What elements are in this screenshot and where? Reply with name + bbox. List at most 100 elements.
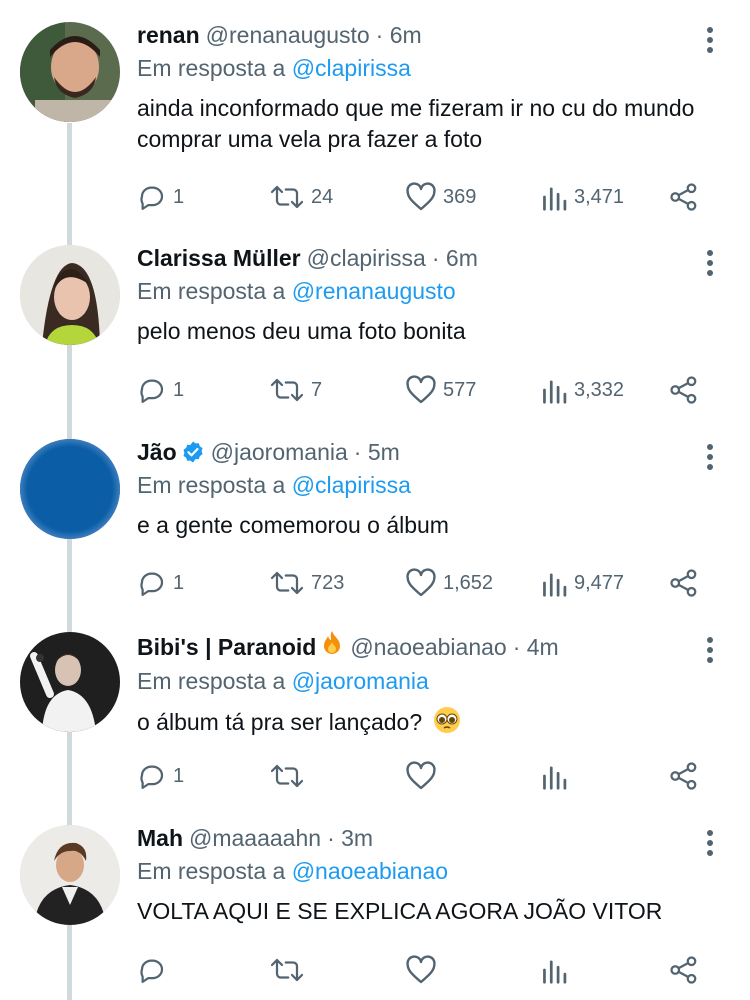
views-button[interactable]: 9,477 [540,565,624,601]
share-button[interactable] [669,952,699,988]
author-handle[interactable]: @renanaugusto [206,20,370,50]
author-name[interactable]: Bibi's | Paranoid [137,632,316,662]
heart-icon [406,568,436,597]
reply-prefix: Em resposta a [137,668,286,694]
like-count: 369 [443,185,477,208]
reply-icon [140,186,164,210]
more-options-icon[interactable] [700,443,720,471]
reply-mention[interactable]: @jaoromania [292,668,429,694]
views-button[interactable] [540,758,574,794]
reply-button[interactable] [137,952,173,988]
tweet-time[interactable]: · 3m [327,823,373,853]
tweet[interactable]: Jão @jaoromania · 5m Em resposta a @clap… [0,417,750,610]
retweet-button[interactable] [269,952,311,988]
retweet-icon [270,185,304,209]
reply-context: Em resposta a @clapirissa [137,470,717,500]
reply-mention[interactable]: @naoeabianao [292,858,448,884]
author-handle[interactable]: @jaoromania [211,437,348,467]
author-name[interactable]: Clarissa Müller [137,243,301,273]
reply-context: Em resposta a @renanaugusto [137,276,717,306]
reply-button[interactable]: 1 [137,565,184,601]
reply-context: Em resposta a @naoeabianao [137,856,717,886]
heart-icon [406,955,436,984]
more-options-icon[interactable] [700,636,720,664]
author-handle[interactable]: @naoeabianao [350,632,506,662]
views-button[interactable]: 3,332 [540,372,624,408]
reply-count: 1 [173,378,185,401]
share-button[interactable] [669,565,699,601]
retweet-icon [270,958,304,982]
views-icon [543,960,567,984]
retweet-button[interactable]: 24 [269,179,333,215]
author-name[interactable]: Mah [137,823,183,853]
retweet-button[interactable]: 7 [269,372,322,408]
more-options-icon[interactable] [700,26,720,54]
reply-mention[interactable]: @renanaugusto [292,278,456,304]
retweet-count: 7 [311,378,323,401]
tweet-text: pelo menos deu uma foto bonita [137,318,466,344]
tweet-time[interactable]: · 6m [376,20,422,50]
avatar[interactable] [20,22,120,122]
share-icon [670,183,697,211]
reply-button[interactable]: 1 [137,758,184,794]
tweet-text: e a gente comemorou o álbum [137,512,449,538]
reply-count: 1 [173,764,185,787]
view-count: 3,471 [574,185,625,208]
author-name[interactable]: renan [137,20,200,50]
avatar[interactable] [20,245,120,345]
tweet-time[interactable]: · 5m [354,437,400,467]
retweet-icon [270,378,304,402]
avatar[interactable] [20,825,120,925]
more-options-icon[interactable] [700,829,720,857]
more-options-icon[interactable] [700,249,720,277]
tweet[interactable]: Clarissa Müller @clapirissa · 6m Em resp… [0,223,750,416]
retweet-button[interactable] [269,758,311,794]
reply-count: 1 [173,571,185,594]
reply-icon [140,572,164,596]
views-icon [543,380,567,404]
like-button[interactable]: 369 [405,179,476,215]
share-button[interactable] [669,372,699,408]
tweet[interactable]: renan @renanaugusto · 6m Em resposta a @… [0,0,750,211]
like-button[interactable]: 1,652 [405,565,493,601]
tweet[interactable]: Bibi's | Paranoid @naoeabianao · 4m Em r… [0,610,750,803]
share-icon [670,569,697,597]
share-button[interactable] [669,758,699,794]
tweet[interactable]: Mah @maaaaahn · 3m Em resposta a @naoeab… [0,803,750,996]
action-bar: 1 24 369 3,471 [137,179,717,215]
reply-icon [140,765,164,789]
avatar[interactable] [20,632,120,732]
action-bar [137,952,717,988]
retweet-count: 24 [311,185,334,208]
tweet-text: o álbum tá pra ser lançado? [137,709,423,736]
avatar[interactable] [20,439,120,539]
verified-badge-icon [181,440,205,464]
reply-mention[interactable]: @clapirissa [292,55,411,81]
views-button[interactable] [540,952,574,988]
views-button[interactable]: 3,471 [540,179,624,215]
reply-prefix: Em resposta a [137,472,286,498]
reply-mention[interactable]: @clapirissa [292,472,411,498]
like-button[interactable]: 577 [405,372,476,408]
share-button[interactable] [669,179,699,215]
tweet-text: VOLTA AQUI E SE EXPLICA AGORA JOÃO VITOR [137,898,663,924]
author-name[interactable]: Jão [137,437,177,467]
action-bar: 1 723 1,652 9,477 [137,565,717,601]
share-icon [670,956,697,984]
like-count: 577 [443,378,477,401]
like-button[interactable] [405,758,443,794]
pleading-face-emoji-icon [433,706,461,742]
action-bar: 1 7 577 3,332 [137,372,717,408]
tweet-time[interactable]: · 6m [432,243,478,273]
retweet-count: 723 [311,571,345,594]
like-button[interactable] [405,952,443,988]
views-icon [543,573,567,597]
heart-icon [406,375,436,404]
retweet-button[interactable]: 723 [269,565,344,601]
reply-prefix: Em resposta a [137,55,286,81]
tweet-time[interactable]: · 4m [513,632,559,662]
reply-button[interactable]: 1 [137,372,184,408]
author-handle[interactable]: @maaaaahn [189,823,321,853]
author-handle[interactable]: @clapirissa [307,243,426,273]
reply-button[interactable]: 1 [137,179,184,215]
